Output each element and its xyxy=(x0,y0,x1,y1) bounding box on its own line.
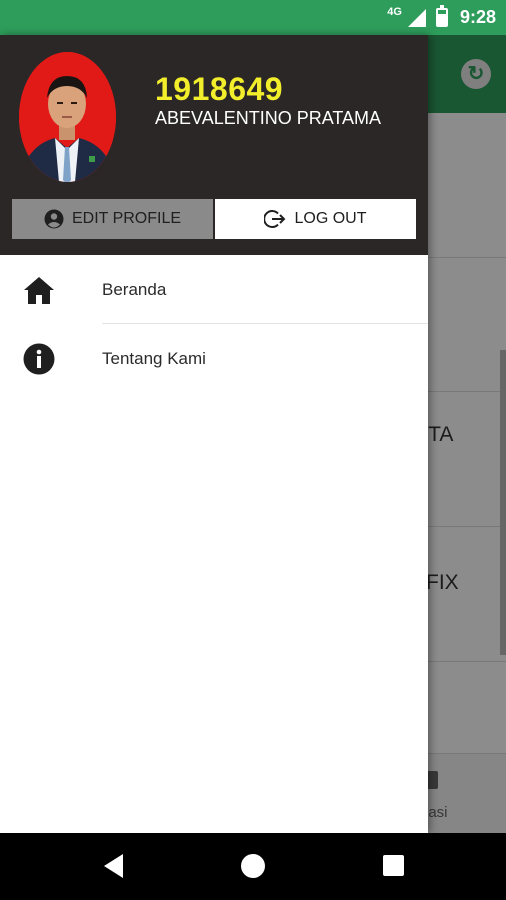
menu-item-label: Tentang Kami xyxy=(102,349,206,368)
edit-profile-button[interactable]: EDIT PROFILE xyxy=(12,199,213,239)
menu-item-tentang-kami[interactable]: Tentang Kami xyxy=(0,325,428,393)
battery-icon xyxy=(435,5,448,27)
menu-divider xyxy=(102,323,428,324)
status-icons: 4G 9:28 xyxy=(387,0,496,35)
home-icon xyxy=(22,273,56,307)
network-type: 4G xyxy=(387,5,402,18)
navigation-drawer: 1918649 ABEVALENTINO PRATAMA EDIT PROFIL… xyxy=(0,35,428,833)
menu-item-label: Beranda xyxy=(102,280,167,299)
user-id: 1918649 xyxy=(155,71,284,107)
status-time: 9:28 xyxy=(459,7,496,27)
system-navigation-bar xyxy=(0,833,506,900)
logout-label: LOG OUT xyxy=(294,210,367,227)
edit-profile-label: EDIT PROFILE xyxy=(71,210,182,227)
logout-button[interactable]: LOG OUT xyxy=(215,199,416,239)
menu-item-beranda[interactable]: Beranda xyxy=(0,256,428,324)
back-icon[interactable] xyxy=(104,854,123,878)
avatar xyxy=(19,52,116,182)
signal-icon xyxy=(407,8,426,27)
info-icon xyxy=(22,342,56,376)
logout-icon xyxy=(263,209,286,229)
drawer-header: 1918649 ABEVALENTINO PRATAMA EDIT PROFIL… xyxy=(0,35,428,255)
account-circle-icon xyxy=(44,209,64,229)
status-bar: 4G 9:28 xyxy=(0,0,506,35)
user-name: ABEVALENTINO PRATAMA xyxy=(155,108,382,128)
home-button-icon[interactable] xyxy=(241,854,265,878)
recents-icon[interactable] xyxy=(383,855,404,876)
